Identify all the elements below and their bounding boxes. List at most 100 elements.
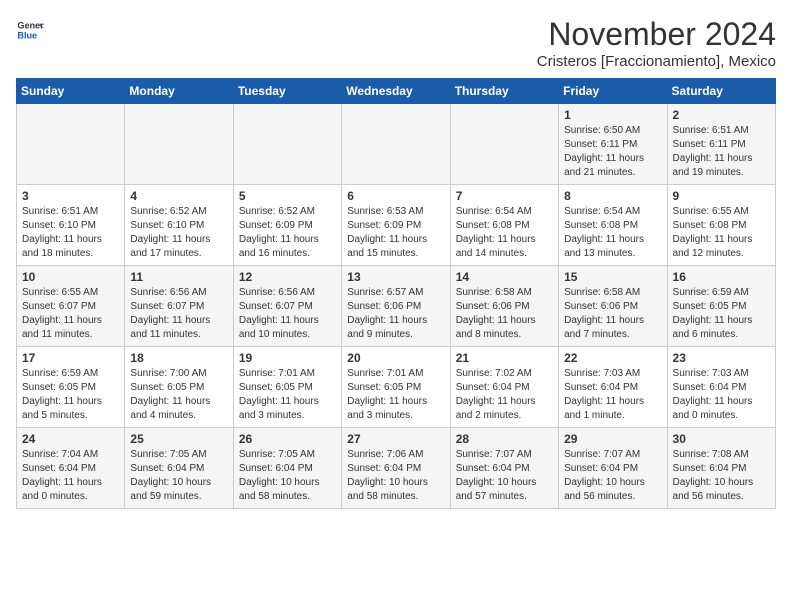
weekday-header-tuesday: Tuesday (233, 79, 341, 104)
day-number: 22 (564, 351, 661, 365)
day-info: Sunrise: 6:51 AM Sunset: 6:10 PM Dayligh… (22, 205, 119, 261)
day-info: Sunrise: 6:58 AM Sunset: 6:06 PM Dayligh… (456, 286, 553, 342)
weekday-header-saturday: Saturday (667, 79, 775, 104)
day-number: 19 (239, 351, 336, 365)
day-info: Sunrise: 7:01 AM Sunset: 6:05 PM Dayligh… (347, 367, 444, 423)
calendar-cell: 9 Sunrise: 6:55 AM Sunset: 6:08 PM Daylig… (667, 185, 775, 266)
title-block: November 2024 Cristeros [Fraccionamiento… (537, 16, 776, 70)
day-info: Sunrise: 7:01 AM Sunset: 6:05 PM Dayligh… (239, 367, 336, 423)
calendar-cell: 10 Sunrise: 6:55 AM Sunset: 6:07 PM Dayli… (17, 266, 125, 347)
calendar-cell: 15 Sunrise: 6:58 AM Sunset: 6:06 PM Dayli… (559, 266, 667, 347)
day-number: 3 (22, 189, 119, 203)
day-number: 16 (673, 270, 770, 284)
calendar-cell (233, 104, 341, 185)
calendar-cell: 13Sunrise: 6:57 AM Sunset: 6:06 PM Dayli… (342, 266, 450, 347)
calendar-cell: 17 Sunrise: 6:59 AM Sunset: 6:05 PM Dayli… (17, 347, 125, 428)
weekday-header-sunday: Sunday (17, 79, 125, 104)
calendar-cell: 29 Sunrise: 7:07 AM Sunset: 6:04 PM Dayli… (559, 428, 667, 509)
calendar-cell: 7 Sunrise: 6:54 AM Sunset: 6:08 PM Daylig… (450, 185, 558, 266)
day-number: 17 (22, 351, 119, 365)
day-number: 6 (347, 189, 444, 203)
day-info: Sunrise: 6:52 AM Sunset: 6:09 PM Dayligh… (239, 205, 336, 261)
calendar-cell: 21 Sunrise: 7:02 AM Sunset: 6:04 PM Dayli… (450, 347, 558, 428)
day-number: 5 (239, 189, 336, 203)
day-number: 2 (673, 108, 770, 122)
month-title: November 2024 (537, 16, 776, 53)
weekday-header-friday: Friday (559, 79, 667, 104)
day-info: Sunrise: 6:53 AM Sunset: 6:09 PM Dayligh… (347, 205, 444, 261)
day-number: 26 (239, 432, 336, 446)
day-number: 1 (564, 108, 661, 122)
day-info: Sunrise: 6:54 AM Sunset: 6:08 PM Dayligh… (456, 205, 553, 261)
day-number: 20 (347, 351, 444, 365)
calendar-cell (17, 104, 125, 185)
logo: General Blue (16, 16, 44, 44)
calendar-cell: 26 Sunrise: 7:05 AM Sunset: 6:04 PM Dayli… (233, 428, 341, 509)
calendar-cell: 4Sunrise: 6:52 AM Sunset: 6:10 PM Daylig… (125, 185, 233, 266)
day-number: 8 (564, 189, 661, 203)
day-info: Sunrise: 7:06 AM Sunset: 6:04 PM Dayligh… (347, 448, 444, 504)
day-info: Sunrise: 6:55 AM Sunset: 6:08 PM Dayligh… (673, 205, 770, 261)
day-number: 24 (22, 432, 119, 446)
day-info: Sunrise: 7:07 AM Sunset: 6:04 PM Dayligh… (564, 448, 661, 504)
day-number: 30 (673, 432, 770, 446)
day-number: 11 (130, 270, 227, 284)
day-info: Sunrise: 7:04 AM Sunset: 6:04 PM Dayligh… (22, 448, 119, 504)
day-number: 7 (456, 189, 553, 203)
calendar-cell: 20 Sunrise: 7:01 AM Sunset: 6:05 PM Dayli… (342, 347, 450, 428)
day-info: Sunrise: 6:56 AM Sunset: 6:07 PM Dayligh… (130, 286, 227, 342)
day-number: 10 (22, 270, 119, 284)
calendar-cell: 24 Sunrise: 7:04 AM Sunset: 6:04 PM Dayli… (17, 428, 125, 509)
calendar-cell: 1 Sunrise: 6:50 AM Sunset: 6:11 PM Daylig… (559, 104, 667, 185)
day-number: 23 (673, 351, 770, 365)
day-number: 14 (456, 270, 553, 284)
day-number: 9 (673, 189, 770, 203)
day-info: Sunrise: 6:56 AM Sunset: 6:07 PM Dayligh… (239, 286, 336, 342)
day-info: Sunrise: 6:58 AM Sunset: 6:06 PM Dayligh… (564, 286, 661, 342)
day-info: Sunrise: 6:59 AM Sunset: 6:05 PM Dayligh… (22, 367, 119, 423)
calendar-cell: 19 Sunrise: 7:01 AM Sunset: 6:05 PM Dayli… (233, 347, 341, 428)
calendar-cell: 6 Sunrise: 6:53 AM Sunset: 6:09 PM Daylig… (342, 185, 450, 266)
svg-text:Blue: Blue (17, 30, 37, 40)
day-info: Sunrise: 7:03 AM Sunset: 6:04 PM Dayligh… (564, 367, 661, 423)
calendar-cell: 5 Sunrise: 6:52 AM Sunset: 6:09 PM Daylig… (233, 185, 341, 266)
day-info: Sunrise: 7:05 AM Sunset: 6:04 PM Dayligh… (239, 448, 336, 504)
calendar-cell: 11 Sunrise: 6:56 AM Sunset: 6:07 PM Dayli… (125, 266, 233, 347)
calendar-cell: 22 Sunrise: 7:03 AM Sunset: 6:04 PM Dayli… (559, 347, 667, 428)
day-number: 28 (456, 432, 553, 446)
calendar-cell: 28 Sunrise: 7:07 AM Sunset: 6:04 PM Dayli… (450, 428, 558, 509)
day-number: 21 (456, 351, 553, 365)
week-row-5: 24 Sunrise: 7:04 AM Sunset: 6:04 PM Dayli… (17, 428, 776, 509)
calendar-cell: 2 Sunrise: 6:51 AM Sunset: 6:11 PM Daylig… (667, 104, 775, 185)
calendar-cell (342, 104, 450, 185)
day-number: 29 (564, 432, 661, 446)
calendar-cell: 8 Sunrise: 6:54 AM Sunset: 6:08 PM Daylig… (559, 185, 667, 266)
page-header: General Blue November 2024 Cristeros [Fr… (16, 16, 776, 70)
calendar-table: SundayMondayTuesdayWednesdayThursdayFrid… (16, 78, 776, 509)
weekday-header-wednesday: Wednesday (342, 79, 450, 104)
day-number: 27 (347, 432, 444, 446)
day-number: 12 (239, 270, 336, 284)
week-row-4: 17 Sunrise: 6:59 AM Sunset: 6:05 PM Dayli… (17, 347, 776, 428)
day-info: Sunrise: 6:59 AM Sunset: 6:05 PM Dayligh… (673, 286, 770, 342)
day-number: 13 (347, 270, 444, 284)
day-info: Sunrise: 6:52 AM Sunset: 6:10 PM Dayligh… (130, 205, 227, 261)
calendar-cell: 12 Sunrise: 6:56 AM Sunset: 6:07 PM Dayli… (233, 266, 341, 347)
day-info: Sunrise: 6:51 AM Sunset: 6:11 PM Dayligh… (673, 124, 770, 180)
calendar-cell: 30Sunrise: 7:08 AM Sunset: 6:04 PM Dayli… (667, 428, 775, 509)
location-title: Cristeros [Fraccionamiento], Mexico (537, 53, 776, 70)
day-info: Sunrise: 6:55 AM Sunset: 6:07 PM Dayligh… (22, 286, 119, 342)
day-info: Sunrise: 7:03 AM Sunset: 6:04 PM Dayligh… (673, 367, 770, 423)
day-info: Sunrise: 7:07 AM Sunset: 6:04 PM Dayligh… (456, 448, 553, 504)
calendar-cell: 16 Sunrise: 6:59 AM Sunset: 6:05 PM Dayli… (667, 266, 775, 347)
day-info: Sunrise: 6:54 AM Sunset: 6:08 PM Dayligh… (564, 205, 661, 261)
calendar-cell: 23 Sunrise: 7:03 AM Sunset: 6:04 PM Dayli… (667, 347, 775, 428)
day-info: Sunrise: 7:00 AM Sunset: 6:05 PM Dayligh… (130, 367, 227, 423)
weekday-header-monday: Monday (125, 79, 233, 104)
calendar-cell: 3 Sunrise: 6:51 AM Sunset: 6:10 PM Daylig… (17, 185, 125, 266)
week-row-2: 3 Sunrise: 6:51 AM Sunset: 6:10 PM Daylig… (17, 185, 776, 266)
day-info: Sunrise: 7:02 AM Sunset: 6:04 PM Dayligh… (456, 367, 553, 423)
day-info: Sunrise: 6:50 AM Sunset: 6:11 PM Dayligh… (564, 124, 661, 180)
day-number: 15 (564, 270, 661, 284)
calendar-cell: 18Sunrise: 7:00 AM Sunset: 6:05 PM Dayli… (125, 347, 233, 428)
